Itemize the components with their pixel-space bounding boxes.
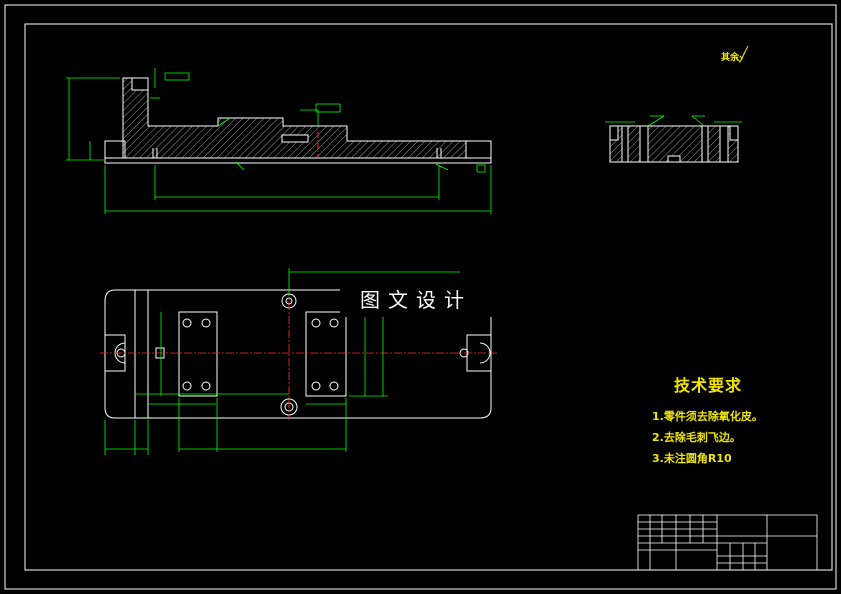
watermark: 图文设计 xyxy=(340,283,492,317)
roughness-note: 其余√ xyxy=(721,53,746,63)
front-section-view xyxy=(104,77,492,164)
side-view-dimensions xyxy=(605,115,742,127)
note-item: 1.零件须去除氧化皮。 xyxy=(652,410,763,423)
notes-title: 技术要求 xyxy=(674,376,743,395)
technical-requirements: 技术要求 1.零件须去除氧化皮。 2.去除毛刺飞边。 3.未注圆角R10 xyxy=(652,372,763,469)
title-block xyxy=(637,514,818,571)
note-item: 2.去除毛刺飞边。 xyxy=(652,431,741,444)
side-section-view xyxy=(609,125,739,163)
note-item: 3.未注圆角R10 xyxy=(652,452,732,465)
